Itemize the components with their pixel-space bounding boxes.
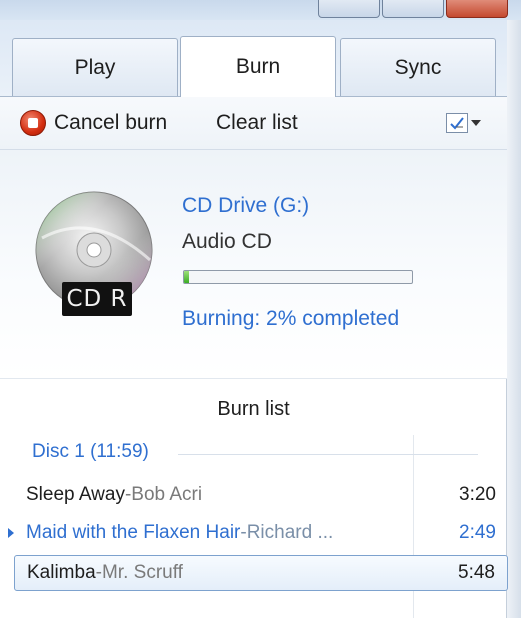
cd-r-label: CD R [62, 282, 132, 316]
track-duration: 3:20 [459, 484, 496, 505]
chevron-down-icon [471, 120, 481, 126]
burn-status-text: Burning: 2% completed [182, 307, 400, 330]
burn-progress-fill [184, 271, 189, 283]
maximize-button[interactable] [382, 0, 444, 18]
track-row-burning[interactable]: Maid with the Flaxen Hair - Richard ... … [8, 516, 508, 550]
stop-icon [20, 110, 46, 136]
minimize-button[interactable] [318, 0, 380, 18]
tab-strip: Play Burn Sync [0, 20, 507, 97]
track-duration: 2:49 [459, 522, 496, 543]
window-frame-edge [506, 20, 521, 618]
close-button[interactable] [446, 0, 508, 18]
tab-burn[interactable]: Burn [180, 36, 336, 97]
drive-panel: CD R CD Drive (G:) Audio CD Burning: 2% … [0, 150, 507, 379]
now-burning-marker-icon [8, 528, 14, 538]
window-titlebar [0, 0, 521, 20]
cd-r-disc-icon: CD R [32, 190, 162, 320]
clear-list-button[interactable]: Clear list [216, 107, 298, 139]
burn-list-title: Burn list [217, 398, 290, 420]
track-title: Sleep Away [26, 484, 125, 505]
track-duration: 5:48 [458, 562, 495, 583]
track-row[interactable]: Sleep Away - Bob Acri 3:20 [14, 478, 508, 512]
burn-progress-bar [183, 270, 413, 284]
disc-type: Audio CD [182, 230, 272, 253]
tab-play[interactable]: Play [12, 38, 178, 96]
burn-toolbar: Cancel burn Clear list [0, 97, 507, 150]
tab-sync[interactable]: Sync [340, 38, 496, 96]
cancel-burn-button[interactable]: Cancel burn [20, 107, 167, 139]
track-title: Kalimba [27, 562, 96, 583]
burn-options-button[interactable] [446, 111, 498, 135]
disc-header[interactable]: Disc 1 (11:59) [32, 441, 149, 463]
track-artist: Richard ... [246, 522, 334, 543]
track-row-selected[interactable]: Kalimba - Mr. Scruff 5:48 [14, 555, 508, 591]
burn-options-icon [446, 113, 468, 133]
track-artist: Bob Acri [131, 484, 203, 505]
disc-header-rule [178, 454, 478, 455]
track-title: Maid with the Flaxen Hair [26, 522, 241, 543]
track-artist: Mr. Scruff [101, 562, 183, 583]
drive-name-link[interactable]: CD Drive (G:) [182, 194, 309, 218]
cancel-burn-label: Cancel burn [54, 111, 168, 134]
